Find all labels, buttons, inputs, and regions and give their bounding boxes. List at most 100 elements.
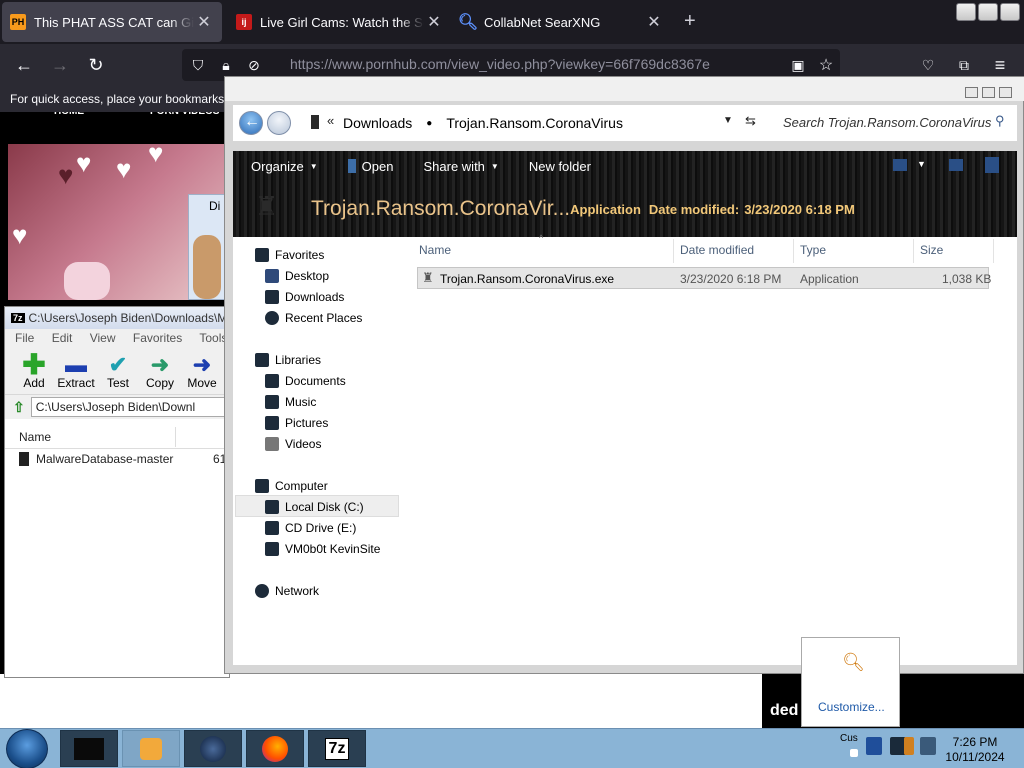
column-type[interactable]: Type [800, 243, 826, 257]
organize-button[interactable]: Organize ▼ [251, 159, 318, 174]
menu-favorites[interactable]: Favorites [133, 331, 182, 345]
share-with-button[interactable]: Share with ▼ [423, 159, 498, 174]
close-window-button[interactable] [1000, 3, 1020, 21]
nav-cd-drive[interactable]: CD Drive (E:) [265, 518, 356, 538]
breadcrumb-separator-icon[interactable]: ● [426, 118, 432, 129]
nav-computer[interactable]: Computer [255, 476, 328, 496]
7zip-path-input[interactable]: C:\Users\Joseph Biden\Downl [30, 397, 229, 417]
list-item[interactable]: MalwareDatabase-master 61 [5, 449, 229, 469]
column-date-modified[interactable]: Date modified [680, 243, 754, 257]
nav-label: Videos [285, 437, 322, 451]
taskbar-7zip[interactable]: 7z [308, 730, 366, 767]
up-folder-icon[interactable]: ⇧ [13, 399, 25, 416]
volume-tray-icon[interactable] [920, 737, 936, 755]
taskbar-firefox[interactable] [246, 730, 304, 767]
close-tab-icon[interactable]: ✕ [194, 12, 214, 32]
open-button[interactable]: Open [347, 159, 393, 174]
lock-icon[interactable]: 🔒︎ [216, 55, 236, 75]
permissions-icon[interactable]: ⊘ [244, 55, 264, 75]
minimize-button[interactable] [965, 87, 978, 98]
nav-documents[interactable]: Documents [265, 371, 346, 391]
nav-favorites[interactable]: Favorites [255, 245, 324, 265]
close-tab-icon[interactable]: ✕ [644, 12, 664, 32]
nav-libraries[interactable]: Libraries [255, 350, 321, 370]
view-icon[interactable] [893, 159, 907, 171]
nav-local-disk[interactable]: Local Disk (C:) [265, 497, 364, 517]
url-text[interactable]: https://www.pornhub.com/view_video.php?v… [290, 56, 710, 72]
column-size[interactable]: Size [920, 243, 943, 257]
nav-downloads[interactable]: Downloads [265, 287, 344, 307]
tab-1[interactable]: PH This PHAT ASS CAT can Give Cr ✕ [2, 2, 222, 42]
add-button[interactable]: ✚ Add [13, 349, 55, 394]
table-row[interactable]: ♜ Trojan.Ransom.CoronaVirus.exe 3/23/202… [417, 267, 991, 289]
nav-desktop[interactable]: Desktop [265, 266, 329, 286]
dropdown-icon[interactable]: ▼ [723, 115, 733, 126]
chevron-down-icon[interactable]: ▼ [917, 159, 926, 169]
menu-view[interactable]: View [90, 331, 116, 345]
taskbar-explorer[interactable] [60, 730, 118, 767]
taskbar-browser-globe[interactable] [184, 730, 242, 767]
forward-button[interactable] [267, 111, 291, 135]
plus-icon: ✚ [22, 349, 46, 380]
search-input[interactable]: Search Trojan.Ransom.CoronaVirus [783, 115, 991, 130]
preview-pane-icon[interactable] [949, 159, 963, 171]
explorer-title-bar[interactable] [225, 77, 1024, 101]
nav-network[interactable]: Network [255, 581, 319, 601]
move-button[interactable]: ➜ Move [181, 349, 223, 394]
shield-icon[interactable]: ⛉ [188, 55, 208, 75]
customize-link[interactable]: Customize... [818, 700, 885, 714]
close-tab-icon[interactable]: ✕ [424, 12, 444, 32]
nav-music[interactable]: Music [265, 392, 316, 412]
tab-2[interactable]: ij Live Girl Cams: Watch the Sexie ✕ [228, 2, 452, 42]
chevron-down-icon: ▼ [309, 161, 318, 171]
breadcrumb-downloads[interactable]: Downloads [343, 115, 412, 131]
back-icon[interactable]: ← [14, 55, 34, 75]
forward-icon[interactable]: → [50, 55, 70, 75]
refresh-icon[interactable]: ⇆ [745, 113, 756, 129]
details-modified-label: Date modified: [648, 201, 740, 217]
column-name[interactable]: Name [19, 430, 51, 444]
help-icon[interactable] [985, 157, 999, 173]
start-button[interactable] [6, 729, 48, 768]
orange-tray-icon[interactable] [904, 737, 914, 755]
desktop-icon [265, 269, 279, 283]
chevron-icon[interactable]: « [327, 113, 334, 128]
new-tab-icon[interactable]: + [684, 11, 696, 31]
copy-button[interactable]: ➜ Copy [139, 349, 181, 394]
menu-edit[interactable]: Edit [52, 331, 73, 345]
reload-icon[interactable]: ↻ [86, 55, 106, 75]
nav-recent-places[interactable]: Recent Places [265, 308, 362, 328]
video-thumbnail-card[interactable]: Di [188, 194, 228, 300]
menu-file[interactable]: File [15, 331, 34, 345]
nav-videos[interactable]: Videos [265, 434, 321, 454]
new-folder-button[interactable]: New folder [529, 159, 591, 174]
maximize-button[interactable] [982, 87, 995, 98]
breadcrumb-current[interactable]: Trojan.Ransom.CoronaVirus [446, 115, 623, 131]
pocket-icon[interactable]: ♡ [918, 55, 938, 75]
star-icon [255, 248, 269, 262]
back-button[interactable]: ← [239, 111, 263, 135]
minimize-button[interactable] [956, 3, 976, 21]
tab-3[interactable]: 🔍︎ CollabNet SearXNG ✕ [452, 2, 672, 42]
extract-button[interactable]: ▬ Extract [55, 349, 97, 394]
extensions-icon[interactable]: ⧉ [954, 55, 974, 75]
close-button[interactable] [999, 87, 1012, 98]
search-icon[interactable]: ⚲ [995, 113, 1005, 129]
taskbar-media-player[interactable] [122, 730, 180, 767]
clock[interactable]: 7:26 PM 10/11/2024 [940, 735, 1010, 765]
show-hidden-icon[interactable] [850, 749, 858, 757]
nav-pictures[interactable]: Pictures [265, 413, 328, 433]
maximize-button[interactable] [978, 3, 998, 21]
explorer-icon [74, 737, 104, 760]
7zip-title-bar[interactable]: 7z C:\Users\Joseph Biden\Downloads\M [5, 307, 229, 329]
test-button[interactable]: ✔ Test [97, 349, 139, 394]
column-name[interactable]: Name [419, 243, 451, 257]
search-tray-icon[interactable]: 🔍︎ [842, 652, 865, 673]
nav-network-drive[interactable]: VM0b0t KevinSite [265, 539, 380, 559]
menu-icon[interactable]: ≡ [990, 55, 1010, 75]
clock-time: 7:26 PM [952, 735, 998, 749]
recent-places-icon [265, 311, 279, 325]
reader-view-icon[interactable]: ▣ [788, 55, 808, 75]
shield-tray-icon[interactable] [866, 737, 882, 755]
bookmark-star-icon[interactable]: ☆ [816, 55, 836, 75]
